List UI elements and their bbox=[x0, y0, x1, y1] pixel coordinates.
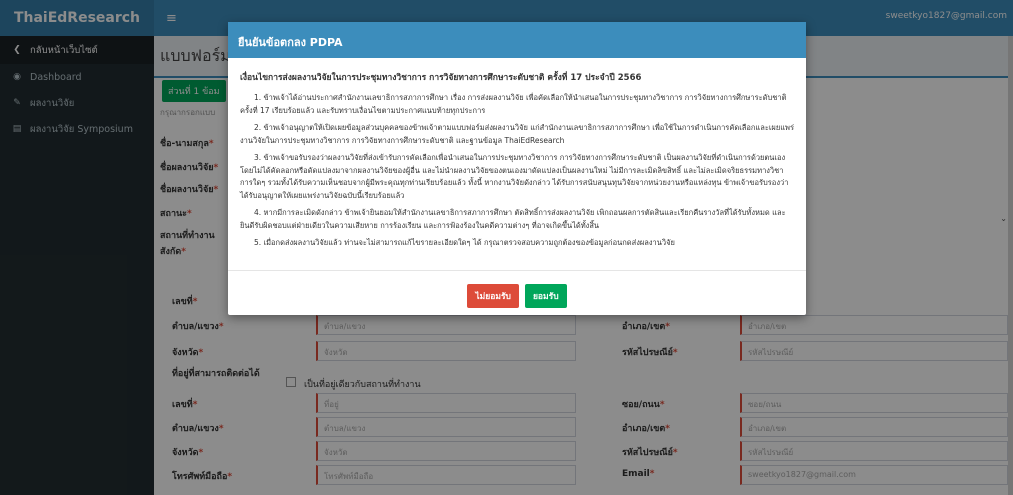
term-item: 2. ข้าพเจ้าอนุญาตให้เปิดเผยข้อมูลส่วนบุค… bbox=[240, 123, 795, 145]
modal-title: ยืนยันข้อตกลง PDPA bbox=[228, 22, 806, 58]
modal-body: เงื่อนไขการส่งผลงานวิจัยในการประชุมทางวิ… bbox=[228, 58, 806, 250]
term-item: 1. ข้าพเจ้าได้อ่านประกาศสำนักงานเลขาธิกา… bbox=[240, 93, 787, 115]
term-item: 5. เมื่อกดส่งผลงานวิจัยแล้ว ท่านจะไม่สาม… bbox=[254, 238, 675, 247]
decline-button[interactable]: ไม่ยอมรับ bbox=[467, 284, 519, 308]
term-item: 3. ข้าพเจ้าขอรับรองว่าผลงานวิจัยที่ส่งเข… bbox=[240, 153, 789, 200]
pdpa-modal: ยืนยันข้อตกลง PDPA เงื่อนไขการส่งผลงานวิ… bbox=[228, 22, 806, 315]
modal-subtitle: เงื่อนไขการส่งผลงานวิจัยในการประชุมทางวิ… bbox=[240, 73, 642, 83]
modal-divider bbox=[228, 270, 806, 271]
modal-footer: ไม่ยอมรับ ยอมรับ bbox=[228, 284, 806, 308]
term-item: 4. หากมีการละเมิดดังกล่าว ข้าพเจ้ายินยอม… bbox=[240, 208, 786, 230]
accept-button[interactable]: ยอมรับ bbox=[524, 284, 567, 308]
